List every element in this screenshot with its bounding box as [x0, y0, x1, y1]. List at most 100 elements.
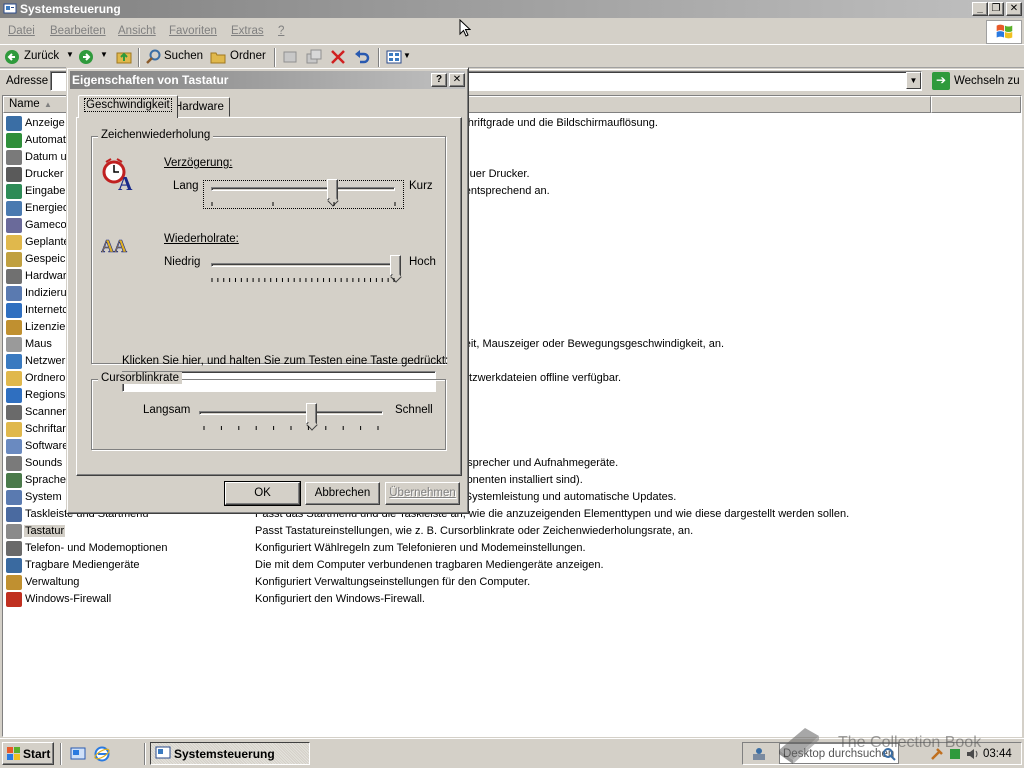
address-dropdown-button[interactable]: ▼ — [906, 72, 921, 89]
list-item[interactable]: Windows-Firewall Konfiguriert den Windows… — [3, 591, 1021, 608]
svg-text:A: A — [101, 236, 114, 256]
menu-datei[interactable]: Datei — [8, 25, 35, 37]
mouse-cursor-icon — [459, 19, 471, 37]
repeat-rate-icon: A A — [101, 236, 127, 257]
show-desktop-icon[interactable] — [70, 746, 86, 762]
group-cursor-blink-label: Cursorblinkrate — [98, 372, 182, 384]
toolbar-separator — [274, 48, 276, 67]
start-button[interactable]: Start — [2, 742, 54, 765]
fonts-folder-icon — [6, 422, 22, 437]
list-item-name: Anzeige — [25, 117, 65, 129]
list-item-name: Schriftarl — [25, 423, 69, 435]
watermark: The Collection Book — [838, 734, 982, 751]
forward-arrow-icon — [79, 50, 93, 64]
menu-extras[interactable]: Extras — [231, 25, 264, 37]
list-item[interactable]: Tastatur Passt Tastatureinstellungen, wie… — [3, 523, 1021, 540]
firewall-icon — [6, 592, 22, 607]
list-item-name: Telefon- und Modemoptionen — [25, 542, 168, 554]
license-icon — [6, 320, 22, 335]
rate-slider-track[interactable] — [211, 263, 399, 267]
list-item-description: Die mit dem Computer verbundenen tragbar… — [255, 559, 604, 571]
rate-label: Wiederholrate: — [164, 233, 239, 245]
display-icon — [6, 116, 22, 131]
blink-slider-thumb[interactable] — [306, 403, 318, 424]
move-to-icon[interactable] — [282, 49, 298, 65]
menu-favoriten[interactable]: Favoriten — [169, 25, 217, 37]
list-item-name: Lizenzier — [25, 321, 70, 333]
network-icon — [6, 354, 22, 369]
tab-speed[interactable]: Geschwindigkeit — [78, 95, 178, 118]
admin-tools-icon — [6, 575, 22, 590]
window-title: Systemsteuerung — [20, 2, 121, 16]
tab-speed-label: Geschwindigkeit — [84, 98, 172, 112]
back-label: Zurück — [24, 50, 60, 62]
internet-explorer-icon[interactable] — [94, 746, 110, 762]
list-item[interactable]: Verwaltung Konfiguriert Verwaltungseinste… — [3, 574, 1021, 591]
windows-logo-icon — [986, 20, 1022, 44]
help-button[interactable]: ? — [431, 73, 447, 87]
apply-button[interactable]: Übernehmen — [385, 482, 460, 505]
menu-ansicht[interactable]: Ansicht — [118, 25, 156, 37]
gamepad-icon — [6, 218, 22, 233]
blink-slider-ticks — [203, 426, 379, 430]
back-dropdown-icon[interactable]: ▼ — [66, 50, 74, 59]
rate-slider-thumb[interactable] — [390, 255, 401, 276]
list-item-name: Verwaltung — [25, 576, 80, 588]
quicklaunch-separator — [60, 743, 62, 765]
svg-text:A: A — [118, 173, 133, 192]
scanner-icon — [6, 405, 22, 420]
list-item-name: Software — [25, 440, 69, 452]
views-button[interactable]: ▼ — [386, 49, 411, 67]
svg-text:A: A — [114, 236, 127, 256]
copy-to-icon[interactable] — [306, 49, 322, 65]
address-label: Adresse — [6, 75, 49, 87]
restore-button[interactable]: ❐ — [988, 2, 1004, 16]
close-button[interactable]: ✕ — [1006, 2, 1022, 16]
list-item-name: Tastatur — [24, 525, 66, 537]
rate-max-label: Hoch — [409, 256, 436, 268]
delete-icon[interactable] — [330, 49, 346, 65]
key-icon — [6, 252, 22, 267]
list-item-name: Scanner — [25, 406, 66, 418]
menu-help[interactable]: ? — [278, 25, 284, 37]
list-item[interactable]: Tragbare Mediengeräte Die mit dem Compute… — [3, 557, 1021, 574]
folder-up-icon[interactable] — [116, 49, 132, 65]
minimize-button[interactable]: _ — [972, 2, 988, 16]
tab-panel-speed: Zeichenwiederholung A Verzögerung: Lang … — [76, 117, 462, 476]
test-label: Klicken Sie hier, und halten Sie zum Tes… — [122, 355, 449, 367]
undo-icon[interactable] — [354, 49, 370, 65]
blink-slider-track[interactable] — [199, 411, 383, 415]
cancel-button[interactable]: Abbrechen — [305, 482, 380, 505]
speaker-icon — [6, 456, 22, 471]
list-item-name: Windows-Firewall — [25, 593, 112, 605]
search-label: Suchen — [164, 50, 204, 62]
list-item-description: Konfiguriert Verwaltungseinstellungen fü… — [255, 576, 531, 588]
list-item-name: Datum u — [25, 151, 67, 163]
globe-clock-icon — [6, 388, 22, 403]
computer-icon — [6, 490, 22, 505]
dialog-close-button[interactable]: ✕ — [449, 73, 465, 87]
list-item-description: Konfiguriert den Windows-Firewall. — [255, 593, 425, 605]
forward-button[interactable]: ▼ — [78, 49, 110, 67]
search-button[interactable]: Suchen — [146, 49, 206, 67]
back-button[interactable]: Zurück ▼ — [4, 49, 74, 67]
delay-slider-track[interactable] — [211, 187, 395, 191]
group-character-repeat: Zeichenwiederholung — [91, 129, 446, 364]
search-index-icon — [6, 286, 22, 301]
list-item[interactable]: Telefon- und Modemoptionen Konfiguriert W… — [3, 540, 1021, 557]
apply-label: Übernehmen — [389, 487, 456, 499]
delay-slider-thumb[interactable] — [326, 179, 338, 200]
forward-dropdown-icon[interactable]: ▼ — [100, 50, 108, 59]
network-tray-icon[interactable] — [751, 746, 767, 762]
globe-icon — [6, 303, 22, 318]
delay-min-label: Lang — [173, 180, 199, 192]
sort-ascending-icon: ▲ — [44, 100, 52, 109]
ok-button[interactable]: OK — [224, 481, 301, 506]
go-button[interactable]: ➔ Wechseln zu — [930, 71, 1022, 92]
menu-bearbeiten[interactable]: Bearbeiten — [50, 25, 106, 37]
task-button-systemsteuerung[interactable]: Systemsteuerung — [150, 742, 310, 765]
rate-slider-ticks — [211, 278, 395, 282]
folder-options-icon — [6, 371, 22, 386]
folders-button[interactable]: Ordner — [210, 49, 270, 67]
delay-max-label: Kurz — [409, 180, 433, 192]
